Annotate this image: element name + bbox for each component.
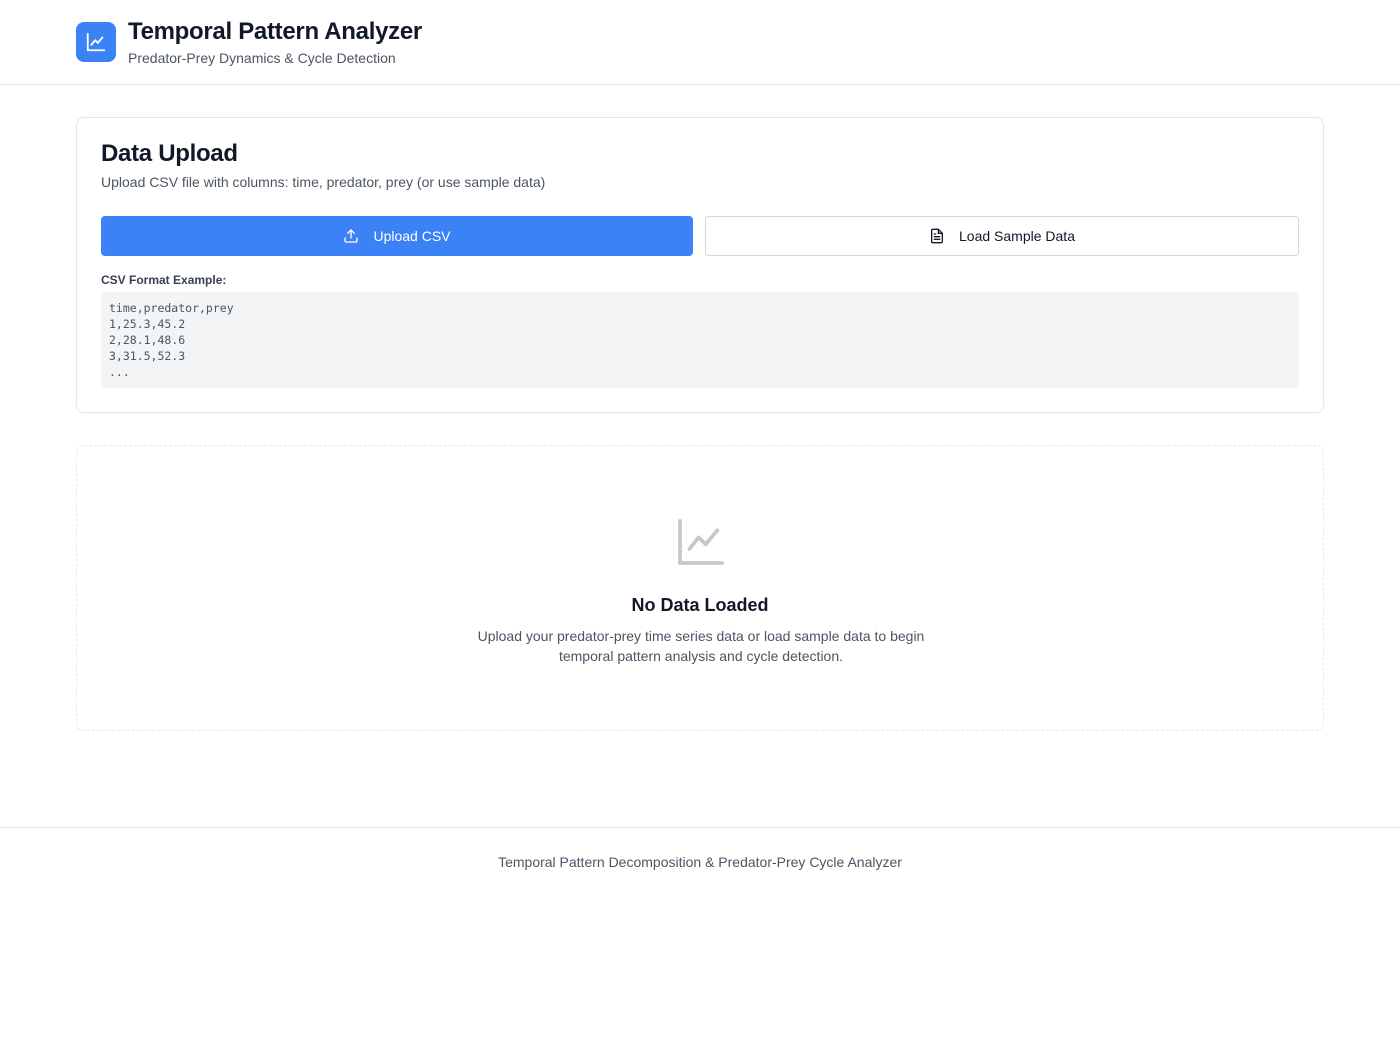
empty-state-title: No Data Loaded — [631, 595, 769, 615]
upload-csv-label: Upload CSV — [373, 228, 451, 244]
data-upload-description: Upload CSV file with columns: time, pred… — [101, 174, 546, 190]
app-header: Temporal Pattern Analyzer Predator-Prey … — [0, 0, 1400, 85]
empty-state-description: Upload your predator-prey time series da… — [477, 628, 925, 664]
load-sample-data-button[interactable]: Load Sample Data — [705, 216, 1299, 256]
csv-example-line: ... — [109, 365, 130, 379]
csv-format-example: time,predator,prey 1,25.3,45.2 2,28.1,48.6… — [101, 292, 1299, 388]
file-text-icon — [929, 228, 945, 244]
csv-format-label: CSV Format Example: — [101, 273, 227, 287]
csv-example-line: 1,25.3,45.2 — [109, 317, 186, 331]
app-title: Temporal Pattern Analyzer — [128, 18, 422, 45]
csv-example-line: time,predator,prey — [109, 301, 234, 315]
app-logo — [76, 22, 116, 62]
csv-example-line: 3,31.5,52.3 — [109, 349, 186, 363]
footer-text: Temporal Pattern Decomposition & Predato… — [498, 854, 902, 870]
empty-state-card: No Data Loaded Upload your predator-prey… — [76, 445, 1324, 731]
upload-icon — [343, 228, 359, 244]
data-upload-card: Data Upload Upload CSV file with columns… — [76, 117, 1324, 413]
load-sample-data-label: Load Sample Data — [959, 228, 1075, 244]
chart-line-icon — [678, 519, 724, 565]
data-upload-title: Data Upload — [101, 140, 238, 167]
app-subtitle: Predator-Prey Dynamics & Cycle Detection — [128, 50, 396, 66]
app-footer: Temporal Pattern Decomposition & Predato… — [0, 827, 1400, 897]
csv-example-line: 2,28.1,48.6 — [109, 333, 186, 347]
upload-csv-button[interactable]: Upload CSV — [101, 216, 693, 256]
chart-line-icon — [86, 32, 106, 52]
